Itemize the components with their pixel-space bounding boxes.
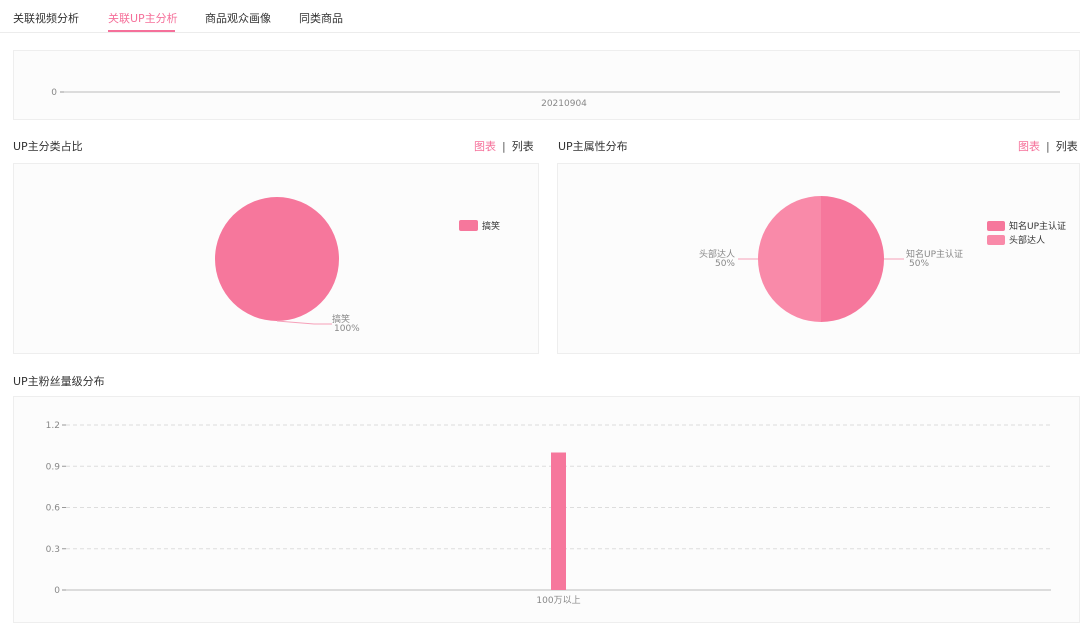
up-category-view-toggle: 图表 | 列表 xyxy=(474,138,534,154)
fans-chart-panel: 0 0.3 0.6 0.9 1.2 100万以上 xyxy=(13,396,1080,623)
pie-slice-famous-up[interactable] xyxy=(821,196,884,322)
bar-0[interactable] xyxy=(551,452,566,591)
fans-distribution-title: UP主粉丝量级分布 xyxy=(13,375,105,388)
toggle-separator: | xyxy=(502,140,506,153)
tab-audience-profile[interactable]: 商品观众画像 xyxy=(205,10,271,26)
up-attribute-chart-toggle[interactable]: 图表 xyxy=(1018,140,1040,153)
legend-label-gaoxiao[interactable]: 搞笑 xyxy=(482,220,500,232)
bar-category-label: 100万以上 xyxy=(536,595,580,606)
pie-slice-top-influencer[interactable] xyxy=(758,196,821,322)
pie-slice-percent-left: 50% xyxy=(715,259,735,269)
bar-y-tick-label: 0.9 xyxy=(46,462,61,472)
tab-related-up[interactable]: 关联UP主分析 xyxy=(108,10,178,26)
up-attribute-chart-panel: 知名UP主认证 50% 头部达人 50% 知名UP主认证 头部达人 xyxy=(557,163,1080,354)
legend-swatch-famous-up xyxy=(987,221,1005,231)
up-category-title: UP主分类占比 xyxy=(13,140,83,153)
pie-slice-gaoxiao[interactable] xyxy=(215,197,339,321)
legend-label-top-influencer[interactable]: 头部达人 xyxy=(1009,234,1045,246)
trend-chart-panel: 0 20210904 xyxy=(13,50,1080,120)
tab-related-videos[interactable]: 关联视频分析 xyxy=(13,10,79,26)
tab-similar-products[interactable]: 同类商品 xyxy=(299,10,343,26)
trend-x-tick-label: 20210904 xyxy=(541,99,587,109)
up-category-chart-panel: 搞笑 100% 搞笑 xyxy=(13,163,539,354)
up-attribute-pie-chart: 知名UP主认证 50% 头部达人 50% 知名UP主认证 头部达人 xyxy=(699,196,1066,322)
toggle-separator: | xyxy=(1046,140,1050,153)
legend-swatch-top-influencer xyxy=(987,235,1005,245)
pie-slice-percent-right: 50% xyxy=(909,259,929,269)
legend-label-famous-up[interactable]: 知名UP主认证 xyxy=(1009,220,1066,232)
trend-chart: 0 20210904 xyxy=(51,88,1060,109)
up-category-chart-toggle[interactable]: 图表 xyxy=(474,140,496,153)
up-attribute-list-toggle[interactable]: 列表 xyxy=(1056,140,1078,153)
up-attribute-title: UP主属性分布 xyxy=(558,140,628,153)
up-category-list-toggle[interactable]: 列表 xyxy=(512,140,534,153)
pie-label-leader xyxy=(276,320,332,325)
up-attribute-view-toggle: 图表 | 列表 xyxy=(1018,138,1078,154)
bar-y-tick-label: 0.6 xyxy=(46,504,61,514)
active-tab-indicator xyxy=(108,30,175,32)
bar-y-tick-label: 1.2 xyxy=(46,421,60,431)
bar-y-tick-label: 0 xyxy=(54,586,60,596)
trend-y-tick-label: 0 xyxy=(51,88,57,98)
legend-swatch-gaoxiao xyxy=(459,220,478,231)
tab-bar: 关联视频分析 关联UP主分析 商品观众画像 同类商品 xyxy=(0,0,1080,33)
pie-slice-percent: 100% xyxy=(334,324,360,334)
fans-bar-chart: 0 0.3 0.6 0.9 1.2 100万以上 xyxy=(46,421,1051,606)
bar-y-tick-label: 0.3 xyxy=(46,545,60,555)
up-category-pie-chart: 搞笑 100% 搞笑 xyxy=(215,197,500,334)
